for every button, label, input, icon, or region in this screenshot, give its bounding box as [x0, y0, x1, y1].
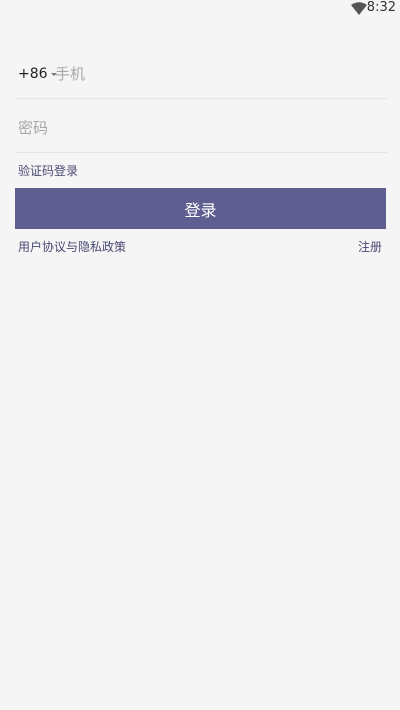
status-bar: 8:32 — [0, 0, 400, 18]
password-row — [15, 108, 388, 153]
country-code-selector[interactable]: +86 — [18, 64, 57, 84]
password-input[interactable] — [18, 114, 373, 142]
status-time: 8:32 — [366, 0, 396, 15]
phone-input[interactable] — [55, 60, 375, 88]
login-button[interactable]: 登录 — [15, 188, 386, 229]
login-screen: 8:32 +86 验证码登录 登录 用户协议与隐私政策 注册 — [0, 0, 400, 710]
register-link[interactable]: 注册 — [358, 239, 382, 255]
wifi-icon — [351, 2, 367, 15]
country-code-label: +86 — [18, 66, 48, 82]
agreement-link[interactable]: 用户协议与隐私政策 — [18, 239, 126, 255]
phone-row: +86 — [15, 54, 388, 99]
code-login-link[interactable]: 验证码登录 — [18, 163, 78, 179]
